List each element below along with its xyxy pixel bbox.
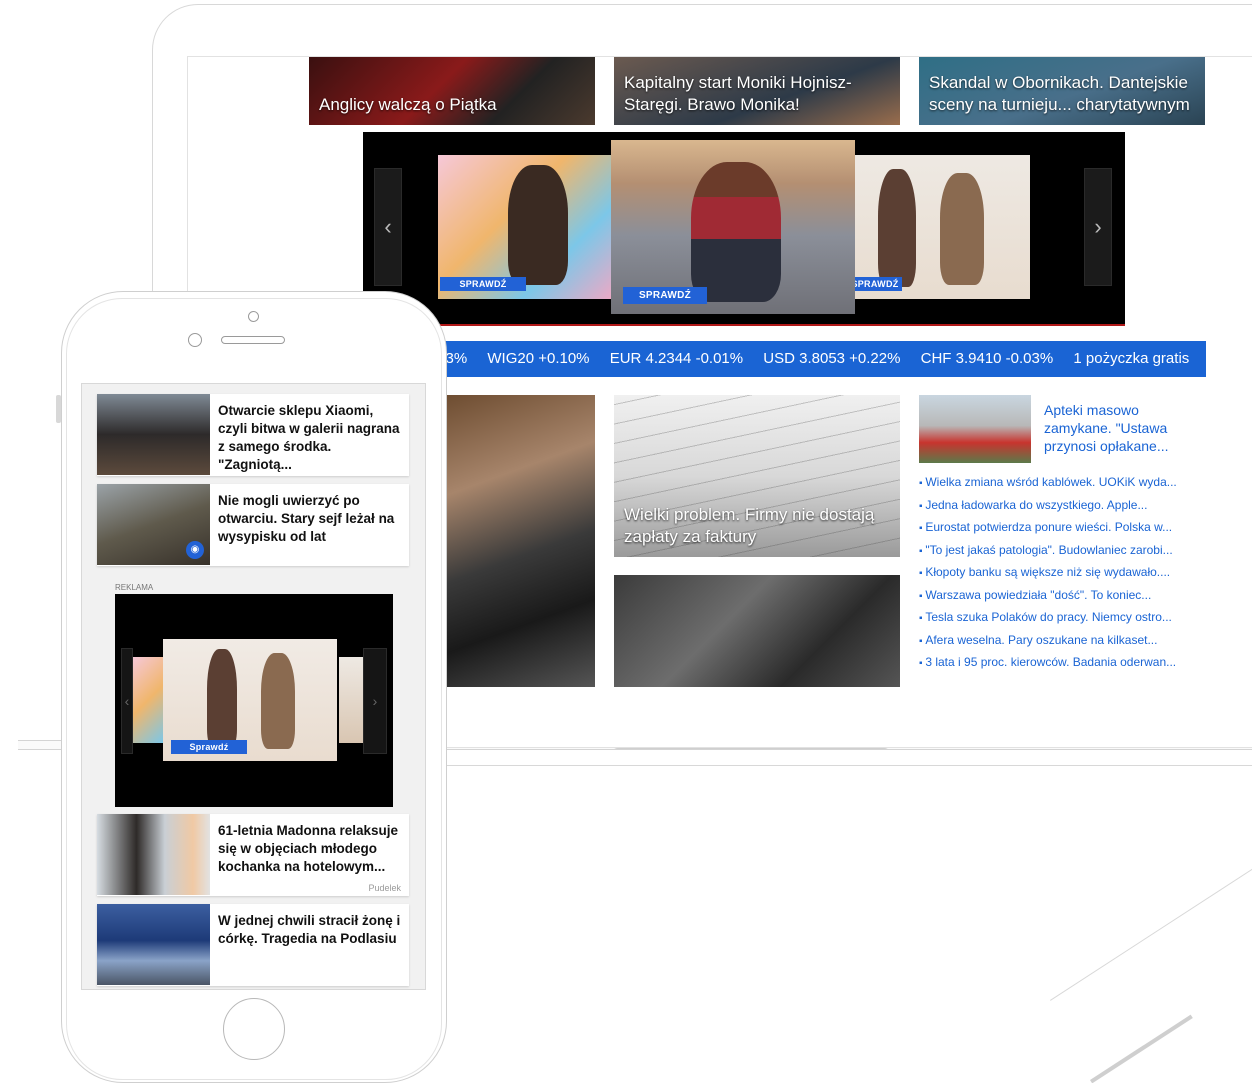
- mobile-news-title: 61-letnia Madonna relaksuje się w objęci…: [218, 823, 399, 874]
- camera-icon: ◉: [186, 541, 204, 559]
- news-list-item[interactable]: Kłopoty banku są większe niż się wydawał…: [919, 561, 1209, 584]
- news-image-pharmacy[interactable]: [919, 395, 1031, 463]
- carousel-slide[interactable]: [133, 657, 163, 743]
- phone-side-button: [56, 395, 61, 423]
- ad-label: REKLAMA: [115, 583, 154, 592]
- news-tile-caption: Kapitalny start Moniki Hojnisz-Staręgi. …: [624, 73, 852, 114]
- ticker-item[interactable]: USD 3.8053 +0.22%: [763, 350, 900, 367]
- runner-figure: [261, 653, 295, 749]
- news-tile[interactable]: Anglicy walczą o Piątka: [309, 57, 595, 125]
- carousel-slide-active[interactable]: Sprawdź: [163, 639, 337, 761]
- news-list: Wielka zmiana wśród kablówek. UOKiK wyda…: [919, 471, 1209, 674]
- news-list-item[interactable]: Wielka zmiana wśród kablówek. UOKiK wyda…: [919, 471, 1209, 494]
- mobile-news-title: Otwarcie sklepu Xiaomi, czyli bitwa w ga…: [218, 403, 400, 472]
- phone-camera: [248, 311, 259, 322]
- carousel-next-button[interactable]: ›: [1084, 168, 1112, 286]
- runner-figure: [207, 649, 237, 749]
- ticker-item[interactable]: CHF 3.9410 -0.03%: [921, 350, 1054, 367]
- news-tile-caption: Anglicy walczą o Piątka: [319, 95, 497, 114]
- news-list-item[interactable]: Warszawa powiedziała "dość". To koniec..…: [919, 584, 1209, 607]
- carousel-slide-active[interactable]: SPRAWDŹ: [611, 140, 855, 314]
- news-image-phone[interactable]: [614, 575, 900, 687]
- ticker-item[interactable]: EUR 4.2344 -0.01%: [610, 350, 743, 367]
- decorative-line: [1050, 847, 1252, 1001]
- phone-screen: Otwarcie sklepu Xiaomi, czyli bitwa w ga…: [81, 383, 426, 990]
- news-thumbnail: [97, 394, 210, 475]
- carousel-cta-button[interactable]: SPRAWDŹ: [623, 287, 707, 304]
- mobile-news-card[interactable]: Otwarcie sklepu Xiaomi, czyli bitwa w ga…: [97, 394, 409, 476]
- phone-sensor: [188, 333, 202, 347]
- runner-figure: [940, 173, 984, 285]
- carousel-cta-button[interactable]: SPRAWDŹ: [440, 277, 526, 291]
- news-list-item[interactable]: Eurostat potwierdza ponure wieści. Polsk…: [919, 516, 1209, 539]
- mobile-news-title: W jednej chwili stracił żonę i córkę. Tr…: [218, 913, 401, 946]
- carousel-next-button[interactable]: ›: [363, 648, 387, 754]
- news-link-pharmacy[interactable]: Apteki masowo zamykane. "Ustawa przynosi…: [1044, 401, 1199, 455]
- news-list-item[interactable]: 3 lata i 95 proc. kierowców. Badania ode…: [919, 651, 1209, 674]
- carousel-slide[interactable]: SPRAWDŹ: [438, 155, 618, 299]
- ticker-item[interactable]: 1 pożyczka gratis: [1073, 350, 1189, 367]
- mobile-news-card[interactable]: ◉ Nie mogli uwierzyć po otwarciu. Stary …: [97, 484, 409, 566]
- ticker-item[interactable]: WIG20 +0.10%: [487, 350, 589, 367]
- carousel-slide[interactable]: SPRAWDŹ: [848, 155, 1030, 299]
- news-thumbnail: [97, 814, 210, 895]
- carousel-ad: ‹ SPRAWDŹ SPRAWDŹ SPRAWDŹ ›: [363, 132, 1125, 326]
- news-list-item[interactable]: Tesla szuka Polaków do pracy. Niemcy ost…: [919, 606, 1209, 629]
- news-tile-invoice[interactable]: Wielki problem. Firmy nie dostają zapłat…: [614, 395, 900, 557]
- mobile-carousel-ad: ‹ Sprawdź ›: [115, 594, 393, 807]
- mobile-news-title: Nie mogli uwierzyć po otwarciu. Stary se…: [218, 493, 395, 544]
- market-ticker: .13% WIG20 +0.10% EUR 4.2344 -0.01% USD …: [433, 341, 1206, 377]
- carousel-prev-button[interactable]: ‹: [121, 648, 133, 754]
- mobile-news-card[interactable]: 61-letnia Madonna relaksuje się w objęci…: [97, 814, 409, 896]
- carousel-prev-button[interactable]: ‹: [374, 168, 402, 286]
- news-thumbnail: ◉: [97, 484, 210, 565]
- news-tile-caption: Skandal w Obornikach. Dantejskie sceny n…: [929, 73, 1190, 114]
- news-list-item[interactable]: Afera weselna. Pary oszukane na kilkaset…: [919, 629, 1209, 652]
- news-tile[interactable]: Kapitalny start Moniki Hojnisz-Staręgi. …: [614, 57, 900, 125]
- news-tile-caption: Wielki problem. Firmy nie dostają zapłat…: [624, 505, 875, 546]
- news-list-item[interactable]: "To jest jakaś patologia". Budowlaniec z…: [919, 539, 1209, 562]
- source-label[interactable]: Pudelek: [368, 883, 401, 893]
- phone-speaker: [221, 336, 285, 344]
- news-image-office[interactable]: [433, 395, 595, 687]
- decorative-line: [1090, 1014, 1193, 1083]
- person-figure: [691, 162, 781, 302]
- news-thumbnail: [97, 904, 210, 985]
- runner-figure: [878, 169, 916, 287]
- news-list-item[interactable]: Jedna ładowarka do wszystkiego. Apple...: [919, 494, 1209, 517]
- phone-home-button[interactable]: [223, 998, 285, 1060]
- news-tile[interactable]: Skandal w Obornikach. Dantejskie sceny n…: [919, 57, 1205, 125]
- person-figure: [508, 165, 568, 285]
- mobile-news-card[interactable]: W jednej chwili stracił żonę i córkę. Tr…: [97, 904, 409, 986]
- carousel-cta-button[interactable]: Sprawdź: [171, 740, 247, 754]
- carousel-cta-button[interactable]: SPRAWDŹ: [848, 277, 902, 291]
